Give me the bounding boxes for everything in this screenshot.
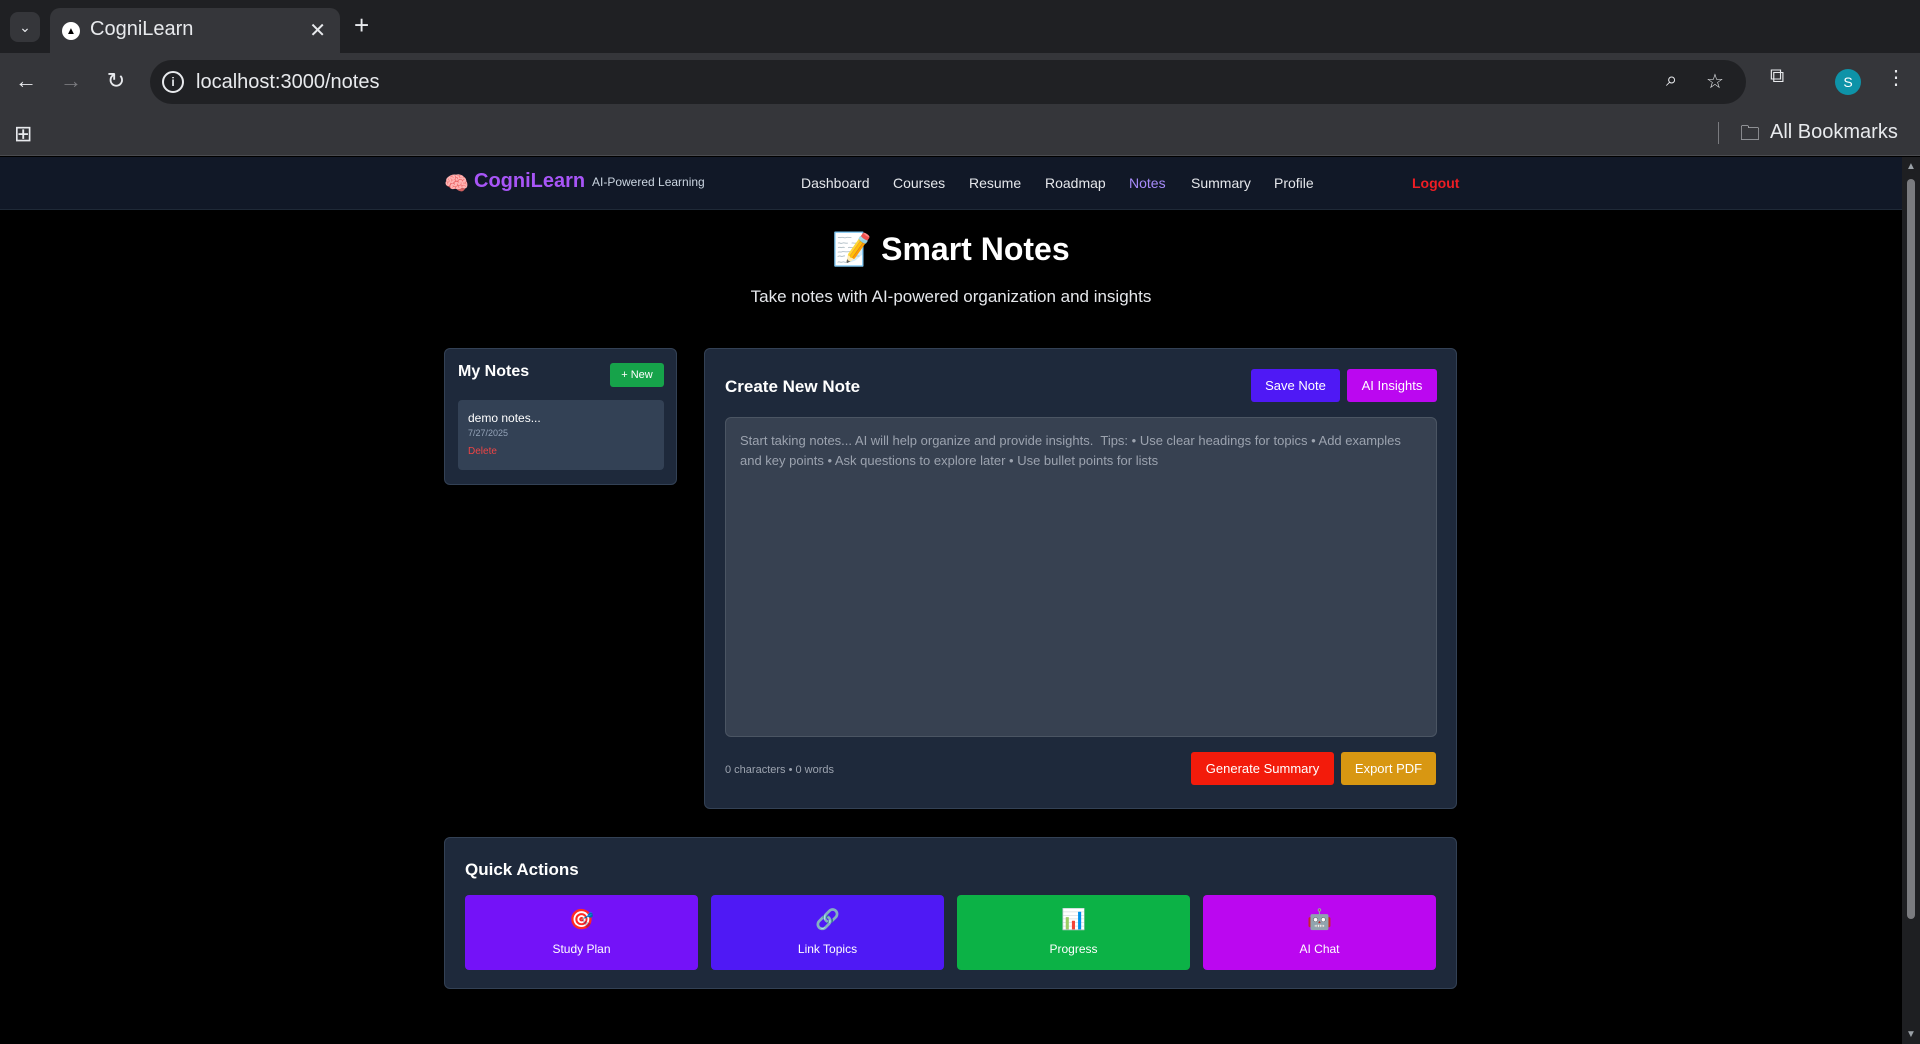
zoom-icon[interactable]: ⌕ <box>1666 69 1677 92</box>
page-subtitle: Take notes with AI-powered organization … <box>750 287 1152 306</box>
nav-notes[interactable]: Notes <box>1129 175 1166 191</box>
reload-icon[interactable]: ↻ <box>100 65 132 97</box>
my-notes-panel: My Notes + New demo notes... 7/27/2025 D… <box>444 348 677 485</box>
ai-insights-button[interactable]: AI Insights <box>1347 369 1437 402</box>
link-icon: 🔗 <box>815 909 840 931</box>
character-word-count: 0 characters • 0 words <box>725 764 835 776</box>
scroll-down-arrow-icon[interactable]: ▼ <box>1906 1029 1916 1040</box>
bookmarks-bar: ⊞ 🗀 All Bookmarks <box>0 111 1920 156</box>
quick-actions-heading: Quick Actions <box>465 860 579 879</box>
quick-actions-panel: Quick Actions 🎯 Study Plan 🔗 Link Topics… <box>444 837 1457 989</box>
forward-icon[interactable]: → <box>55 65 87 97</box>
nav-summary[interactable]: Summary <box>1191 175 1251 191</box>
link-topics-label: Link Topics <box>797 942 858 956</box>
profile-avatar[interactable]: S <box>1835 69 1861 95</box>
generate-summary-button[interactable]: Generate Summary <box>1191 752 1334 785</box>
extensions-icon[interactable]: ⧉ <box>1770 65 1784 88</box>
bookmark-star-icon[interactable]: ☆ <box>1706 69 1724 94</box>
tab-search-button[interactable]: ⌄ <box>10 12 40 42</box>
study-plan-card[interactable]: 🎯 Study Plan <box>465 895 698 970</box>
address-bar[interactable]: i localhost:3000/notes ⌕ ☆ <box>150 60 1746 104</box>
delete-note-button[interactable]: Delete <box>468 446 497 457</box>
nav-roadmap[interactable]: Roadmap <box>1045 175 1106 191</box>
bar-chart-icon: 📊 <box>1061 909 1086 931</box>
tab-title: CogniLearn <box>90 18 194 40</box>
page-title: 📝 Smart Notes <box>832 231 1070 267</box>
scroll-thumb[interactable] <box>1907 179 1915 919</box>
note-title: demo notes... <box>468 411 541 425</box>
page-scrollbar[interactable]: ▲ ▼ <box>1902 157 1920 1044</box>
browser-toolbar: ← → ↻ i localhost:3000/notes ⌕ ☆ ⧉ S ⋮ <box>0 53 1920 111</box>
my-notes-heading: My Notes <box>458 363 530 380</box>
nav-dashboard[interactable]: Dashboard <box>801 175 870 191</box>
folder-icon: 🗀 <box>1740 123 1760 145</box>
export-pdf-button[interactable]: Export PDF <box>1341 752 1436 785</box>
ai-chat-label: AI Chat <box>1299 942 1340 956</box>
page-viewport: 🧠 CogniLearn AI-Powered Learning Dashboa… <box>0 157 1902 1044</box>
brand-tagline: AI-Powered Learning <box>592 175 705 189</box>
browser-tab-strip: ⌄ ▲ CogniLearn ✕ + <box>0 0 1920 53</box>
progress-card[interactable]: 📊 Progress <box>957 895 1190 970</box>
ai-chat-card[interactable]: 🤖 AI Chat <box>1203 895 1436 970</box>
note-list-item[interactable]: demo notes... 7/27/2025 Delete <box>458 400 664 470</box>
note-textarea[interactable] <box>725 417 1437 737</box>
study-plan-label: Study Plan <box>552 942 611 956</box>
bookmarks-divider <box>1718 122 1719 144</box>
nav-profile[interactable]: Profile <box>1274 175 1314 191</box>
note-date: 7/27/2025 <box>468 428 509 438</box>
nav-courses[interactable]: Courses <box>893 175 945 191</box>
note-editor-panel: Create New Note Save Note AI Insights 0 … <box>704 348 1457 809</box>
brand-name[interactable]: CogniLearn <box>474 170 585 193</box>
editor-heading: Create New Note <box>725 377 861 396</box>
back-icon[interactable]: ← <box>10 65 42 97</box>
brain-icon: 🧠 <box>444 173 469 195</box>
menu-kebab-icon[interactable]: ⋮ <box>1886 65 1906 90</box>
nav-resume[interactable]: Resume <box>969 175 1021 191</box>
favicon-icon: ▲ <box>62 22 80 40</box>
new-note-button[interactable]: + New <box>610 363 664 387</box>
url-text[interactable]: localhost:3000/notes <box>196 71 379 94</box>
link-topics-card[interactable]: 🔗 Link Topics <box>711 895 944 970</box>
close-tab-icon[interactable]: ✕ <box>309 18 326 43</box>
new-tab-button[interactable]: + <box>354 10 369 41</box>
progress-label: Progress <box>1049 942 1098 956</box>
save-note-button[interactable]: Save Note <box>1251 369 1340 402</box>
scroll-up-arrow-icon[interactable]: ▲ <box>1906 161 1916 172</box>
site-info-icon[interactable]: i <box>162 71 184 93</box>
logout-button[interactable]: Logout <box>1412 175 1459 191</box>
apps-grid-icon[interactable]: ⊞ <box>14 121 32 147</box>
all-bookmarks-link[interactable]: All Bookmarks <box>1770 121 1898 144</box>
app-navbar: 🧠 CogniLearn AI-Powered Learning Dashboa… <box>0 157 1902 210</box>
robot-icon: 🤖 <box>1307 909 1332 931</box>
browser-tab[interactable]: ▲ CogniLearn ✕ <box>50 8 340 53</box>
target-icon: 🎯 <box>569 909 594 931</box>
